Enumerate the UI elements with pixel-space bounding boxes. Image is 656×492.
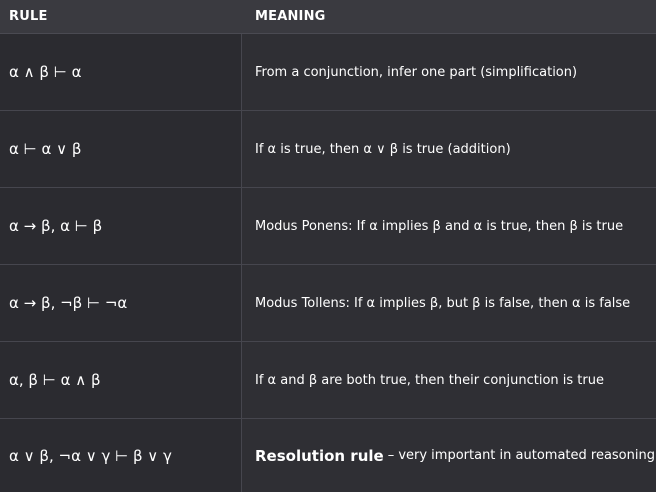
meaning-cell: Modus Tollens: If α implies β, but β is … [242, 265, 656, 341]
table-row: α → β, α ⊢ β Modus Ponens: If α implies … [0, 188, 656, 265]
meaning-text: If α is true, then α ∨ β is true (additi… [255, 141, 511, 157]
rule-cell: α ∧ β ⊢ α [0, 34, 242, 110]
table-header: RULE MEANING [0, 0, 656, 34]
meaning-cell: If α is true, then α ∨ β is true (additi… [242, 111, 656, 187]
meaning-text: Modus Tollens: If α implies β, but β is … [255, 295, 631, 311]
inference-rules-table: RULE MEANING α ∧ β ⊢ α From a conjunctio… [0, 0, 656, 492]
meaning-bold-term: Resolution rule [255, 446, 384, 465]
rule-cell: α → β, α ⊢ β [0, 188, 242, 264]
table-row: α → β, ¬β ⊢ ¬α Modus Tollens: If α impli… [0, 265, 656, 342]
meaning-cell: If α and β are both true, then their con… [242, 342, 656, 418]
table-row: α ∧ β ⊢ α From a conjunction, infer one … [0, 34, 656, 111]
table-row: α, β ⊢ α ∧ β If α and β are both true, t… [0, 342, 656, 419]
meaning-text: Modus Ponens: If α implies β and α is tr… [255, 218, 624, 234]
rule-cell: α, β ⊢ α ∧ β [0, 342, 242, 418]
meaning-text: – very important in automated reasoning [387, 448, 655, 463]
meaning-cell: Resolution rule – very important in auto… [242, 419, 656, 492]
rule-cell: α ∨ β, ¬α ∨ γ ⊢ β ∨ γ [0, 419, 242, 492]
rule-cell: α → β, ¬β ⊢ ¬α [0, 265, 242, 341]
meaning-text: If α and β are both true, then their con… [255, 372, 604, 388]
table-row: α ∨ β, ¬α ∨ γ ⊢ β ∨ γ Resolution rule – … [0, 419, 656, 492]
rule-cell: α ⊢ α ∨ β [0, 111, 242, 187]
header-meaning: MEANING [255, 9, 326, 24]
header-rule: RULE [9, 9, 48, 24]
meaning-text: From a conjunction, infer one part (simp… [255, 64, 578, 80]
meaning-cell: Modus Ponens: If α implies β and α is tr… [242, 188, 656, 264]
meaning-cell: From a conjunction, infer one part (simp… [242, 34, 656, 110]
table-row: α ⊢ α ∨ β If α is true, then α ∨ β is tr… [0, 111, 656, 188]
